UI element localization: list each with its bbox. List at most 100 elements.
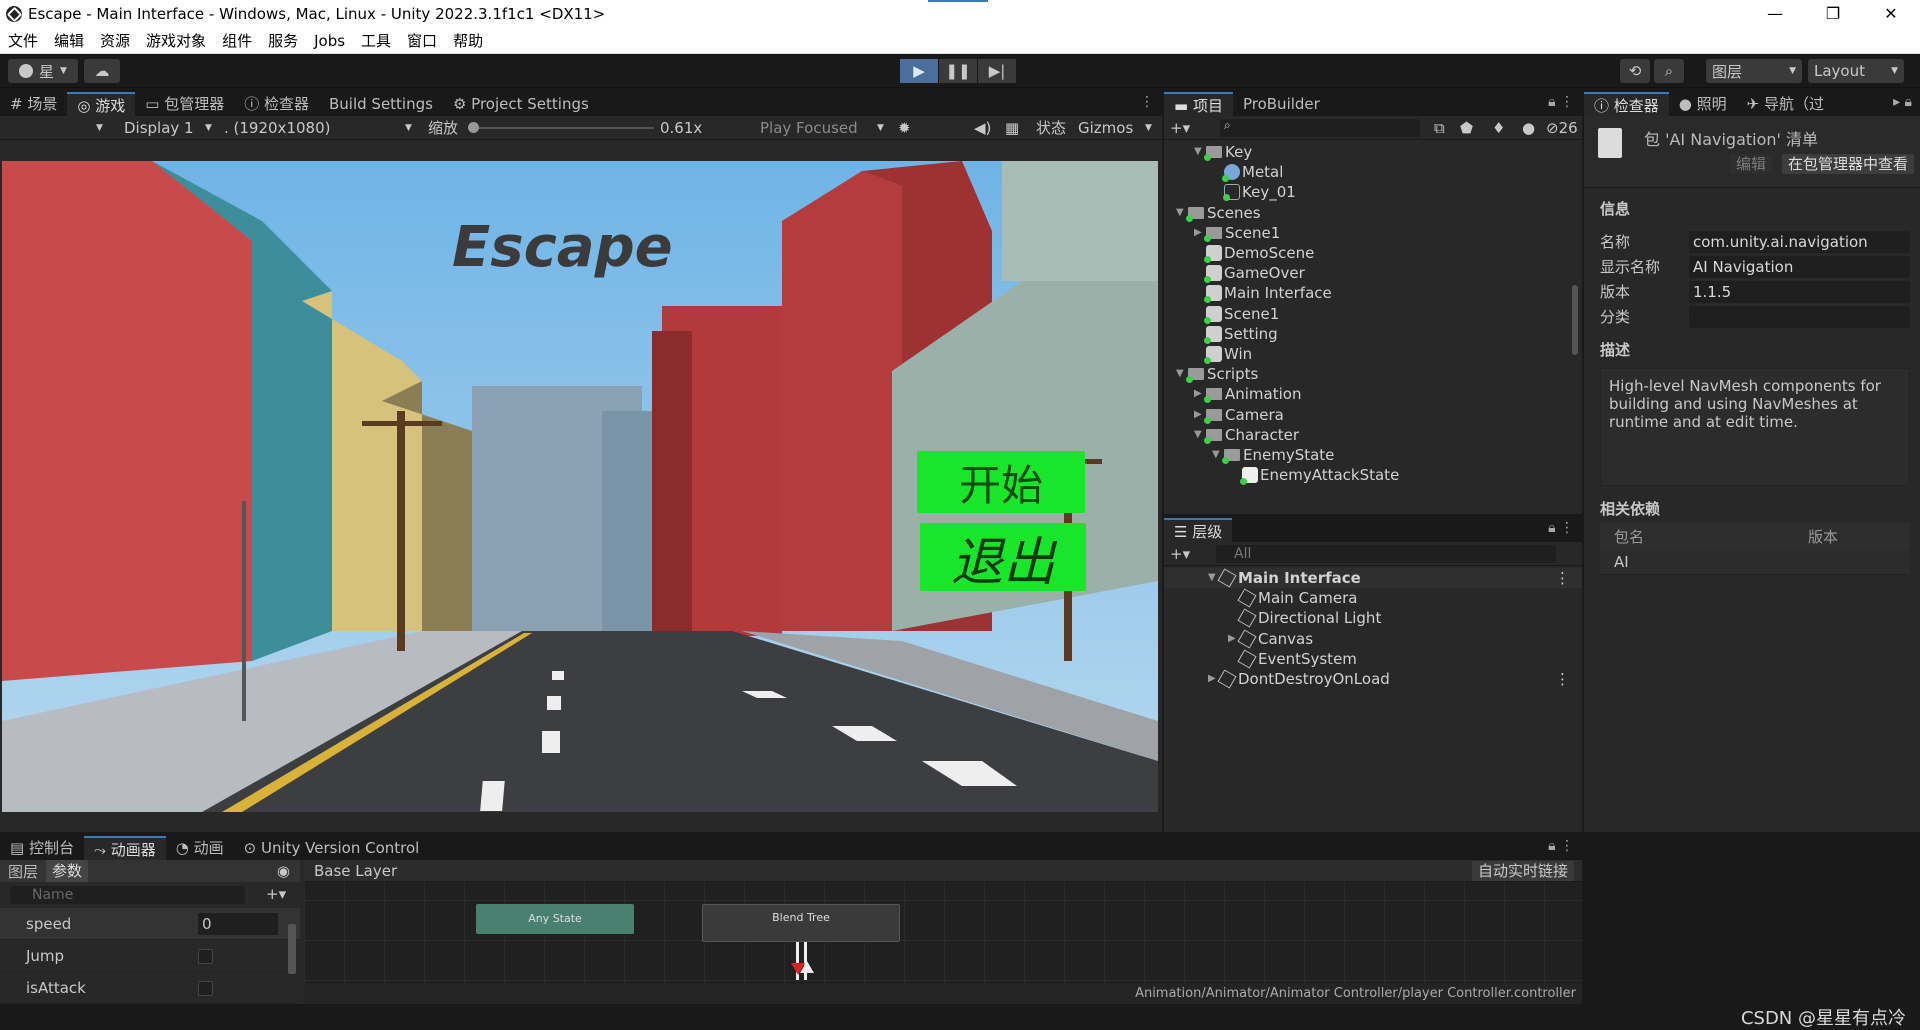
tab-inspector[interactable]: ⓘ 检查器 [1584, 92, 1669, 116]
param-scrollbar[interactable] [288, 924, 296, 974]
animator-graph[interactable]: Base Layer 自动实时链接 Any State Blend Tree A… [304, 860, 1582, 1004]
game-view[interactable]: Escape 开始 退出 [2, 161, 1158, 812]
close-button[interactable]: ✕ [1862, 0, 1920, 28]
parameter-name[interactable]: Jump [26, 947, 64, 965]
more-icon[interactable]: ⋮ [1555, 568, 1570, 588]
tab-scene[interactable]: # 场景 [0, 92, 67, 116]
tab-parameters[interactable]: 参数 [46, 860, 89, 882]
field-value[interactable]: com.unity.ai.navigation [1689, 230, 1910, 253]
gizmos-button[interactable]: Gizmos [1078, 119, 1133, 137]
layout-dropdown[interactable]: Layout ▼ [1808, 59, 1904, 83]
maximize-button[interactable]: ❐ [1804, 0, 1862, 28]
menu-gameobject[interactable]: 游戏对象 [138, 30, 214, 51]
add-object-button[interactable]: +▾ [1170, 545, 1190, 563]
tab-package-manager[interactable]: ▭ 包管理器 [135, 92, 234, 116]
account-dropdown[interactable]: 星 ▼ [8, 59, 78, 83]
menu-file[interactable]: 文件 [0, 30, 46, 51]
layer-breadcrumb[interactable]: Base Layer [314, 862, 397, 880]
hierarchy-item[interactable]: Directional Light [1164, 608, 1582, 628]
parameter-row[interactable]: Jump [0, 940, 300, 972]
project-tree-item[interactable]: ▼ Scripts [1176, 364, 1258, 384]
project-tree-item[interactable]: Setting [1194, 324, 1278, 344]
blend-tree-node[interactable]: Blend Tree [702, 904, 900, 942]
parameter-row[interactable]: speed 0 [0, 908, 300, 940]
field-value[interactable] [1689, 305, 1910, 328]
hierarchy-item[interactable]: EventSystem [1164, 649, 1582, 669]
project-tree-item[interactable]: Win [1194, 344, 1252, 364]
stats-button[interactable]: 状态 [1036, 117, 1066, 138]
menu-tools[interactable]: 工具 [353, 30, 399, 51]
shortcut-icon[interactable]: ▦ [1005, 119, 1019, 137]
tab-navigation[interactable]: ✈ 导航（过 [1737, 92, 1834, 116]
hierarchy-search-input[interactable]: All [1216, 545, 1556, 563]
more-icon[interactable]: ▸ 🔒︎ [1893, 94, 1912, 110]
project-scrollbar[interactable] [1572, 285, 1578, 355]
start-game-button[interactable]: 开始 [917, 451, 1085, 513]
add-parameter-button[interactable]: +▾ [266, 885, 286, 903]
tab-project-settings[interactable]: ⚙ Project Settings [443, 92, 599, 116]
auto-live-link-button[interactable]: 自动实时链接 [1471, 861, 1574, 881]
menu-window[interactable]: 窗口 [399, 30, 445, 51]
project-tree-item[interactable]: ▶ Scene1 [1194, 223, 1280, 243]
tab-probuilder[interactable]: ProBuilder [1233, 92, 1330, 116]
parameter-search-input[interactable]: Name [10, 886, 245, 904]
lock-icon[interactable]: 🔒︎ ⋮ [1548, 520, 1574, 536]
warning-icon[interactable]: ● [1522, 119, 1535, 137]
menu-services[interactable]: 服务 [260, 30, 306, 51]
tab-layers[interactable]: 图层 [0, 861, 46, 882]
parameter-value-input[interactable]: 0 [198, 913, 278, 935]
more-icon[interactable]: ⋮ [1140, 94, 1154, 110]
project-tree-item[interactable]: ▶ Animation [1194, 384, 1301, 404]
project-tree-item[interactable]: DemoScene [1194, 243, 1314, 263]
project-tree-item[interactable]: Scene1 [1194, 304, 1279, 324]
search-button[interactable]: ⌕ [1654, 59, 1684, 83]
project-tree-item[interactable]: EnemyAttackState [1230, 465, 1399, 486]
step-button[interactable]: ▶| [978, 59, 1016, 83]
project-tree-item[interactable]: Main Interface [1194, 283, 1332, 304]
project-tree-item[interactable]: Key_01 [1212, 182, 1296, 202]
tab-inspector[interactable]: ⓘ 检查器 [234, 92, 319, 116]
tab-project[interactable]: ▬ 项目 [1164, 92, 1233, 116]
exit-game-button[interactable]: 退出 [920, 523, 1086, 593]
lock-icon[interactable]: 🔒︎ ⋮ [1548, 94, 1574, 110]
project-search-input[interactable]: ⌕ [1220, 118, 1420, 137]
add-asset-button[interactable]: +▾ [1170, 119, 1190, 137]
play-focused-dropdown[interactable]: Play Focused [760, 119, 858, 137]
tab-animation[interactable]: ◔ 动画 [166, 836, 234, 860]
hierarchy-item[interactable]: Main Camera [1164, 588, 1582, 608]
tab-version-control[interactable]: ⊙ Unity Version Control [234, 836, 430, 860]
tab-game[interactable]: ◎ 游戏 [67, 92, 136, 116]
hierarchy-item[interactable]: ▶ Canvas [1164, 629, 1582, 649]
project-tree-item[interactable]: ▼ Scenes [1176, 203, 1261, 223]
field-value[interactable]: 1.1.5 [1689, 280, 1910, 303]
menu-jobs[interactable]: Jobs [306, 32, 353, 50]
chevron-down-icon[interactable]: ▼ [1145, 123, 1152, 133]
project-tree-item[interactable]: Metal [1212, 162, 1283, 183]
chevron-down-icon[interactable]: ▼ [96, 123, 103, 133]
layers-dropdown[interactable]: 图层 ▼ [1706, 59, 1802, 83]
eye-icon[interactable]: ◉ [277, 862, 290, 880]
tab-console[interactable]: ▤ 控制台 [0, 836, 84, 860]
scale-slider[interactable] [468, 122, 654, 133]
menu-help[interactable]: 帮助 [445, 30, 491, 51]
minimize-button[interactable]: — [1746, 0, 1804, 28]
slider-handle[interactable] [468, 122, 479, 133]
parameter-name[interactable]: isAttack [26, 979, 86, 997]
filter-label-icon[interactable]: ⬟ [1460, 119, 1473, 137]
project-tree-item[interactable]: GameOver [1194, 263, 1305, 284]
project-tree-item[interactable]: ▼ Key [1194, 142, 1252, 162]
field-value[interactable]: AI Navigation [1689, 255, 1910, 278]
parameter-name[interactable]: speed [26, 915, 71, 933]
menu-edit[interactable]: 编辑 [46, 30, 92, 51]
project-tree-item[interactable]: ▼ Character [1194, 425, 1299, 445]
tab-animator[interactable]: ⤳ 动画器 [83, 836, 166, 860]
hierarchy-item[interactable]: ▶ DontDestroyOnLoad ⋮ [1164, 669, 1582, 689]
history-button[interactable]: ⟲ [1620, 59, 1650, 83]
project-tree-item[interactable]: ▼ EnemyState [1212, 445, 1334, 465]
lock-icon[interactable]: 🔒︎ ⋮ [1548, 838, 1574, 854]
play-button[interactable]: ▶ [900, 59, 938, 83]
favorite-icon[interactable]: ♦ [1492, 119, 1505, 137]
more-icon[interactable]: ⋮ [1555, 669, 1570, 689]
tab-lighting[interactable]: ● 照明 [1669, 92, 1737, 116]
view-in-package-manager-button[interactable]: 在包管理器中查看 [1782, 154, 1915, 174]
